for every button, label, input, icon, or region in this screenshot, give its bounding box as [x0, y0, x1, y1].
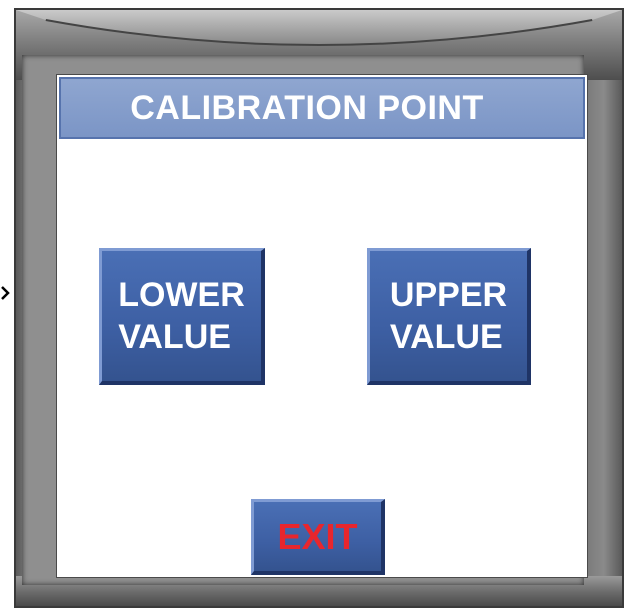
lower-value-button-label: LOWER VALUE [118, 276, 245, 356]
page-title: CALIBRATION POINT [130, 88, 484, 127]
hmi-stage: CALIBRATION POINT LOWER VALUE UPPER VALU… [0, 0, 624, 611]
calibration-screen: CALIBRATION POINT LOWER VALUE UPPER VALU… [56, 74, 588, 578]
exit-button-label: EXIT [277, 515, 358, 557]
exit-button[interactable]: EXIT [251, 499, 385, 575]
upper-value-button-label: UPPER VALUE [389, 276, 508, 356]
title-bar: CALIBRATION POINT [59, 77, 585, 139]
lower-value-button[interactable]: LOWER VALUE [99, 248, 265, 385]
arrow-right-icon [1, 286, 10, 300]
upper-value-button[interactable]: UPPER VALUE [367, 248, 531, 385]
